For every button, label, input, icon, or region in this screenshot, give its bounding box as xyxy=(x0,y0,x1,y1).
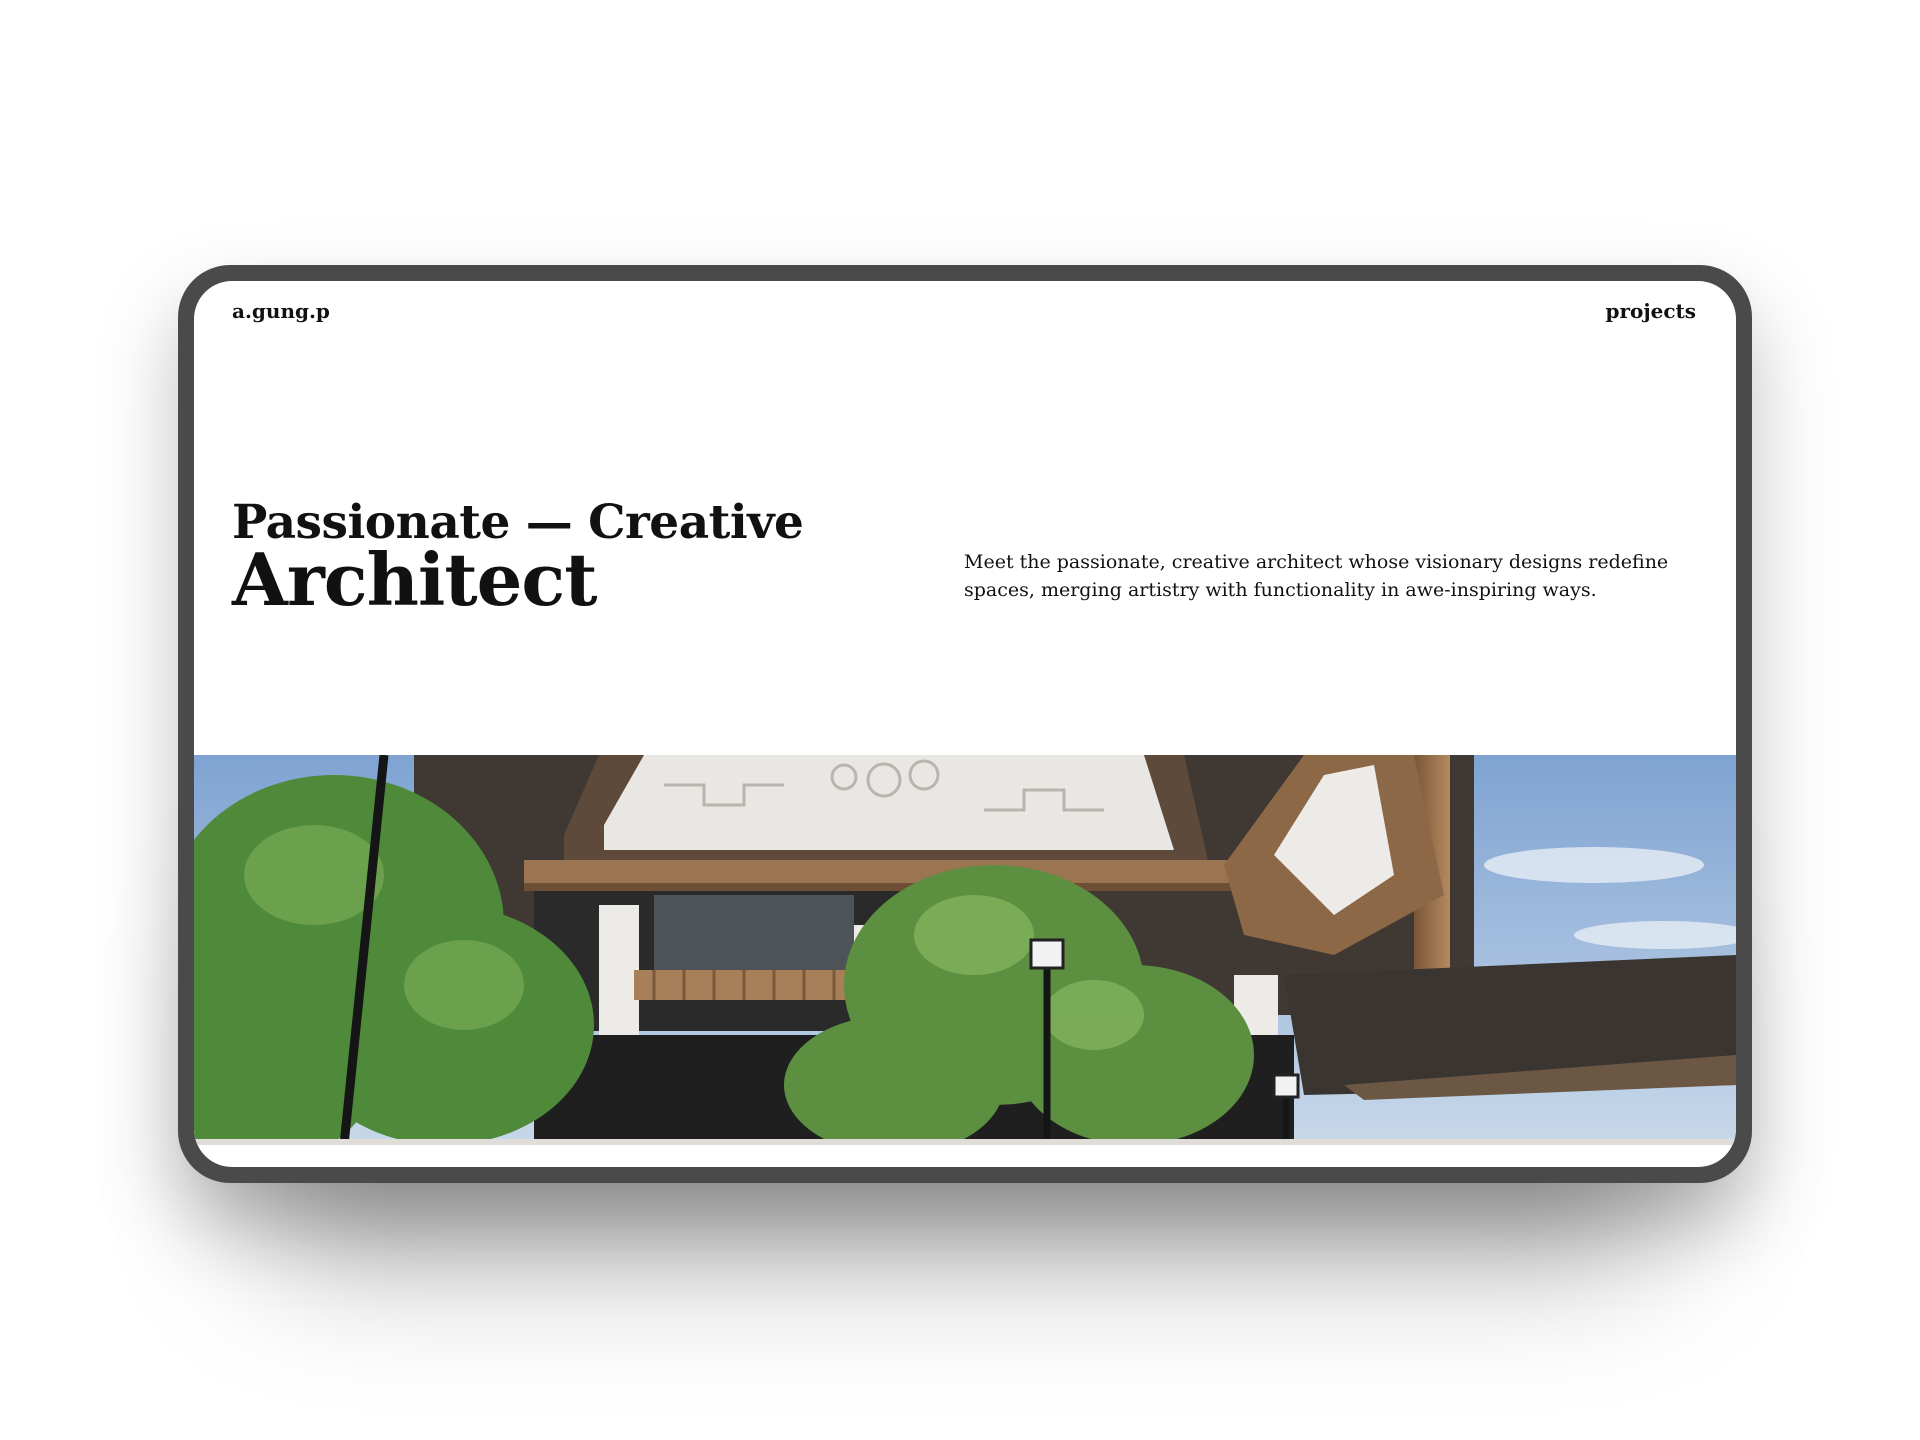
mockup-scene: a.gung.p projects Passionate — Creative … xyxy=(0,0,1920,1440)
hero-image xyxy=(194,755,1736,1145)
headline-line-2: Architect xyxy=(232,537,598,622)
main-eave xyxy=(524,860,1244,886)
lamp-head-center xyxy=(1029,938,1065,970)
window-band xyxy=(654,895,854,975)
website-screen: a.gung.p projects Passionate — Creative … xyxy=(194,281,1736,1167)
intro-paragraph: Meet the passionate, creative architect … xyxy=(964,551,1669,601)
projects-link[interactable]: projects xyxy=(1606,299,1697,323)
lamp-head-right xyxy=(1272,1073,1300,1099)
gable-carving xyxy=(604,755,1174,850)
hero-headline: Passionate — Creative Architect xyxy=(232,499,804,622)
device-frame: a.gung.p projects Passionate — Creative … xyxy=(178,265,1752,1183)
top-nav: a.gung.p projects xyxy=(232,295,1696,327)
brand-logo-link[interactable]: a.gung.p xyxy=(232,299,330,323)
